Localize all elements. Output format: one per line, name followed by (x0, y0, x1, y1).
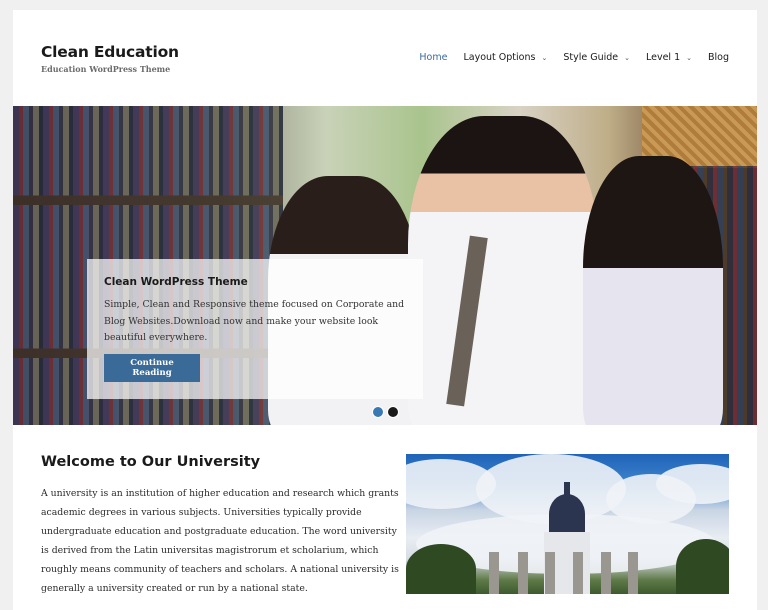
nav-item-label: Home (419, 52, 448, 63)
university-image (406, 454, 729, 594)
nav-item-label: Blog (708, 52, 729, 63)
chevron-down-icon: ⌄ (541, 53, 548, 62)
slide-text: Simple, Clean and Responsive theme focus… (104, 299, 405, 343)
nav-item-label: Style Guide (563, 52, 619, 63)
dome (549, 494, 585, 534)
nav-item-layout-options[interactable]: Layout Options ⌄ (463, 52, 547, 63)
slide-title: Clean WordPress Theme (104, 276, 248, 288)
column (573, 552, 583, 594)
student-figure (583, 156, 723, 425)
nav-item-blog[interactable]: Blog (708, 52, 729, 63)
tree (406, 544, 476, 594)
slide-dot-1[interactable] (372, 406, 384, 418)
hero-slider: Clean WordPress Theme Simple, Clean and … (13, 106, 757, 425)
nav-item-style-guide[interactable]: Style Guide ⌄ (563, 52, 630, 63)
nav-item-level-1[interactable]: Level 1 ⌄ (646, 52, 692, 63)
nav-item-label: Level 1 (645, 52, 681, 63)
column (628, 552, 638, 594)
tree (676, 539, 729, 594)
site-description: Education WordPress Theme (41, 64, 171, 74)
nav-item-label: Layout Options (463, 52, 536, 63)
welcome-title: Welcome to Our University (41, 454, 261, 470)
column (545, 552, 555, 594)
column (518, 552, 528, 594)
column (489, 552, 499, 594)
chevron-down-icon: ⌄ (624, 53, 630, 62)
welcome-text: A university is an institution of higher… (41, 488, 399, 594)
slider-pagination (372, 406, 399, 418)
student-figure (408, 116, 598, 425)
nav-item-home[interactable]: Home (419, 52, 447, 63)
chevron-down-icon: ⌄ (686, 53, 692, 62)
column (601, 552, 611, 594)
continue-reading-button[interactable]: Continue Reading (104, 354, 200, 382)
site-title[interactable]: Clean Education (41, 43, 179, 61)
page-container: Clean Education Education WordPress Them… (13, 10, 757, 610)
slide-dot-2[interactable] (387, 406, 399, 418)
slide-caption: Clean WordPress Theme Simple, Clean and … (87, 259, 423, 399)
main-navigation: Home Layout Options ⌄ Style Guide ⌄ Leve… (403, 52, 729, 63)
